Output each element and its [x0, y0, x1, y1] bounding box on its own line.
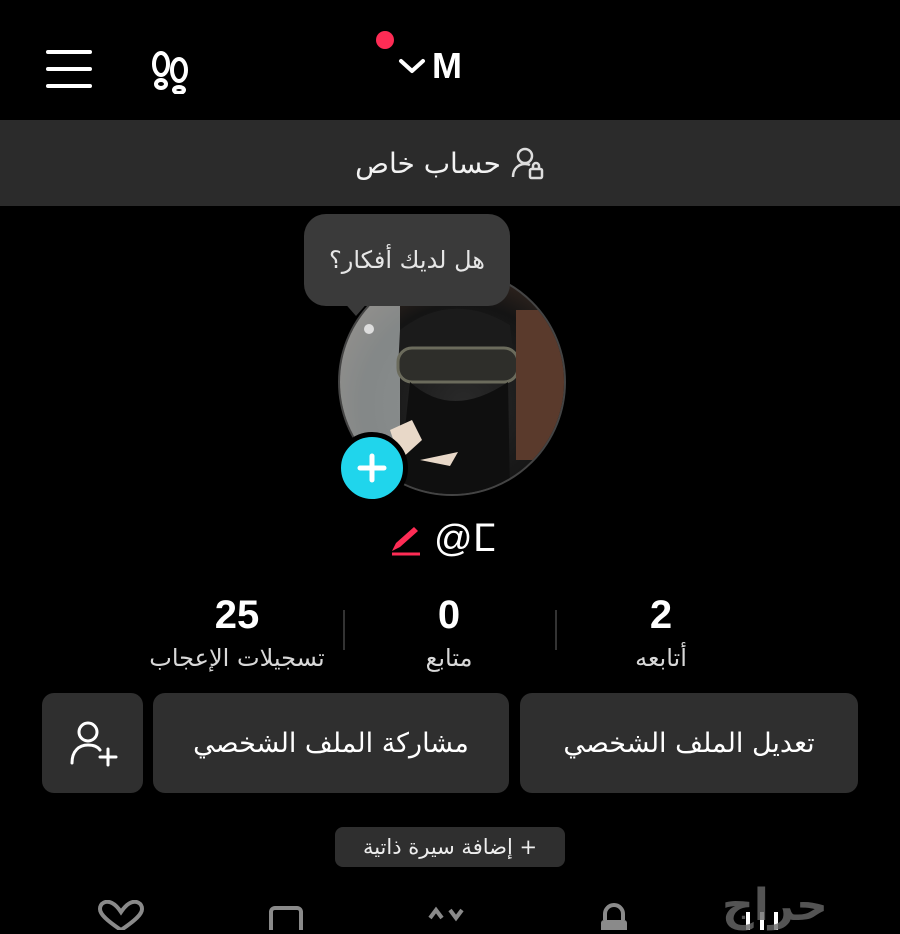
liked-tab-icon[interactable] [96, 899, 146, 934]
edit-profile-button[interactable]: تعديل الملف الشخصي [520, 693, 858, 793]
repost-tab-icon[interactable] [424, 900, 468, 934]
stat-divider [555, 610, 557, 650]
notes-bubble[interactable]: هل لديك أفكار؟ [304, 214, 510, 306]
following-count: 2 [649, 593, 673, 637]
username-row: @ⵎ [388, 516, 496, 561]
private-account-label: حساب خاص [355, 146, 501, 180]
followers-stat[interactable]: 0 متابع [343, 592, 555, 672]
following-label: أتابعه [635, 644, 687, 672]
account-name: M [432, 45, 462, 86]
private-account-icon [511, 147, 544, 180]
username: @ⵎ [434, 518, 497, 560]
lock-tab-icon[interactable] [596, 900, 632, 934]
notification-dot [376, 31, 394, 49]
likes-stat[interactable]: 25 تسجيلات الإعجاب [131, 592, 343, 672]
grid-tab-icon[interactable] [268, 900, 304, 934]
following-stat[interactable]: 2 أتابعه [555, 592, 767, 672]
notes-bubble-tail [342, 300, 370, 316]
add-bio-button[interactable]: + إضافة سيرة ذاتية [335, 827, 565, 867]
notes-bubble-text: هل لديك أفكار؟ [329, 246, 485, 274]
add-story-button[interactable] [336, 432, 408, 504]
stat-divider [343, 610, 345, 650]
followers-count: 0 [437, 593, 461, 637]
likes-count: 25 [214, 593, 260, 637]
account-switcher[interactable]: M [398, 46, 462, 86]
watermark: حراج [722, 880, 828, 931]
chevron-down-icon [399, 59, 425, 73]
notes-bubble-dot [364, 324, 374, 334]
menu-icon[interactable] [46, 50, 92, 88]
plus-icon [357, 453, 387, 483]
private-account-banner: حساب خاص [0, 120, 900, 206]
footprint-icon[interactable] [148, 48, 194, 98]
edit-pencil-icon[interactable] [388, 521, 424, 557]
likes-label: تسجيلات الإعجاب [149, 644, 325, 672]
add-friend-button[interactable] [42, 693, 143, 793]
followers-label: متابع [425, 644, 473, 672]
share-profile-button[interactable]: مشاركة الملف الشخصي [153, 693, 509, 793]
add-friend-icon [70, 721, 117, 767]
